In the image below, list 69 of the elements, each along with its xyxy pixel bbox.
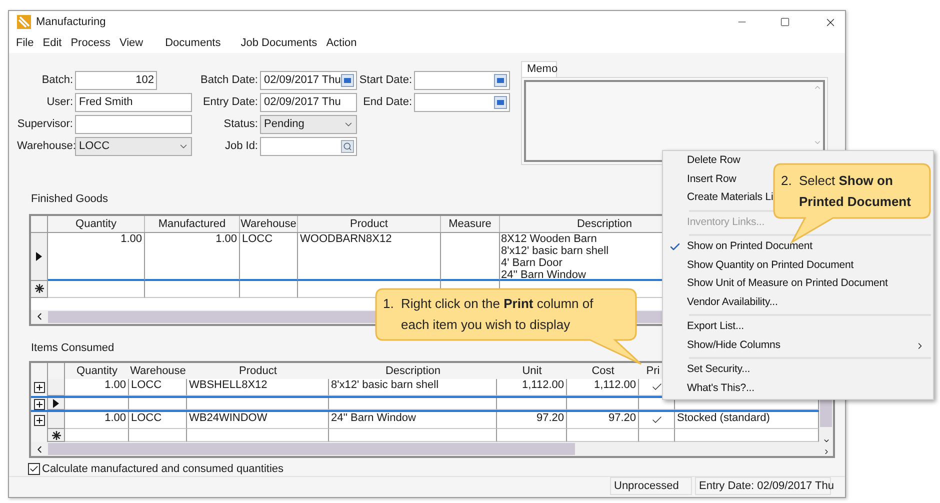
field-label: Status: bbox=[222, 117, 259, 132]
column-header[interactable]: Warehouse bbox=[130, 363, 186, 380]
table-cell: LOCC bbox=[240, 232, 298, 280]
column-header[interactable]: Measure bbox=[441, 216, 500, 232]
checkbox-label: Calculate manufactured and consumed quantities bbox=[42, 462, 284, 477]
column-header[interactable]: Product bbox=[239, 363, 277, 380]
callout-text: 2. Select Show on Printed Document bbox=[781, 172, 912, 211]
table-cell: 97.20 bbox=[567, 412, 639, 429]
table-cell: 97.20 bbox=[497, 412, 567, 429]
status-bar-cell: Entry Date: 02/09/2017 Thu bbox=[695, 477, 831, 495]
batch-field[interactable]: 102 bbox=[75, 71, 157, 90]
menu-item[interactable]: Export List... bbox=[663, 318, 933, 336]
field-label: Warehouse: bbox=[17, 139, 75, 154]
field-label: Supervisor: bbox=[17, 117, 74, 132]
table-cell: Stocked (standard) bbox=[675, 412, 819, 429]
column-header[interactable]: Description bbox=[385, 363, 441, 380]
table-cell: WB24WINDOW bbox=[187, 412, 329, 429]
menu-item[interactable]: Documents bbox=[165, 35, 221, 52]
column-header[interactable]: Unit bbox=[522, 363, 542, 380]
table-cell: 24'' Barn Window bbox=[329, 412, 497, 429]
table-cell: 1,112.00 bbox=[497, 379, 567, 396]
menu-item[interactable]: Show/Hide Columns bbox=[663, 336, 933, 355]
column-header[interactable]: Pri bbox=[646, 363, 660, 380]
table-cell: 1,112.00 bbox=[567, 379, 639, 396]
dropdown-field[interactable]: LOCC bbox=[75, 137, 192, 156]
menu-item[interactable]: Vendor Availability... bbox=[663, 294, 933, 312]
field-label: Batch: bbox=[40, 73, 74, 88]
window-title: Manufacturing bbox=[36, 15, 106, 30]
menu-item[interactable]: Job Documents bbox=[240, 35, 318, 52]
table-cell: LOCC bbox=[129, 379, 187, 396]
menu-item[interactable]: Process bbox=[70, 35, 110, 52]
table-cell: 1.00 bbox=[145, 232, 240, 280]
menu-item[interactable]: File bbox=[16, 35, 34, 52]
field-label: Batch Date: bbox=[200, 73, 259, 88]
dropdown-field[interactable]: Pending bbox=[260, 115, 357, 134]
column-header[interactable]: Cost bbox=[592, 363, 614, 380]
field-label: User: bbox=[46, 95, 74, 110]
column-header[interactable]: Product bbox=[298, 216, 441, 232]
table-cell: 1.00 bbox=[65, 379, 129, 396]
date-field[interactable]: 02/09/2017 Thu bbox=[260, 71, 357, 90]
table-cell: 1.00 bbox=[65, 412, 129, 429]
column-header[interactable]: Warehouse bbox=[240, 216, 298, 232]
menu-item[interactable]: View bbox=[119, 35, 144, 52]
dropdown-value: LOCC bbox=[79, 139, 110, 154]
column-header[interactable]: Manufactured bbox=[145, 216, 240, 232]
section-title: Items Consumed bbox=[31, 340, 114, 356]
field-label: Job Id: bbox=[224, 139, 259, 154]
table-cell: 8'x12' basic barn shell bbox=[329, 379, 497, 396]
memo-tab[interactable]: Memo bbox=[521, 61, 557, 77]
text-field[interactable]: 02/09/2017 Thu bbox=[260, 93, 357, 112]
table-cell: LOCC bbox=[129, 412, 187, 429]
column-header[interactable]: Quantity bbox=[76, 363, 118, 380]
field-label: Entry Date: bbox=[202, 95, 259, 110]
table-cell: 1.00 bbox=[48, 232, 145, 280]
field-label: End Date: bbox=[362, 95, 413, 110]
date-value: 02/09/2017 Thu bbox=[264, 73, 341, 88]
dropdown-value: Pending bbox=[264, 117, 304, 132]
callout-text: 1. Right click on the Print column of each item you wish to display bbox=[383, 295, 594, 334]
column-header[interactable]: Quantity bbox=[48, 216, 145, 232]
menu-item[interactable]: Action bbox=[326, 35, 357, 52]
menu-item[interactable]: What's This?... bbox=[663, 380, 933, 398]
table-cell: WBSHELL8X12 bbox=[187, 379, 329, 396]
menu-item[interactable]: Edit bbox=[42, 35, 62, 52]
table-cell: WOODBARN8X12 bbox=[298, 232, 441, 280]
section-title: Finished Goods bbox=[31, 192, 108, 207]
menu-item[interactable]: Set Security... bbox=[663, 361, 933, 380]
status-bar-cell: Unprocessed bbox=[610, 477, 692, 495]
text-field[interactable]: Fred Smith bbox=[75, 93, 192, 112]
field-label: Start Date: bbox=[358, 73, 413, 88]
